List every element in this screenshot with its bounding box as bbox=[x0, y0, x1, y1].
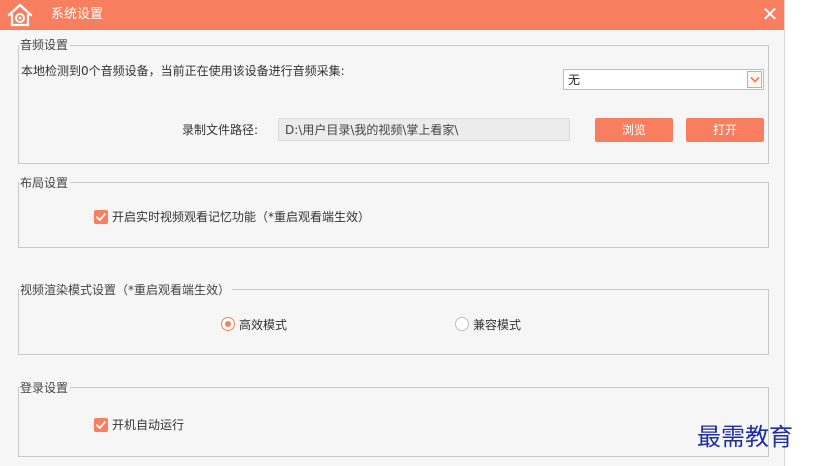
close-icon[interactable]: ✕ bbox=[762, 2, 779, 26]
memory-checkbox[interactable] bbox=[94, 210, 108, 224]
radio-compatible-mode[interactable] bbox=[455, 317, 469, 331]
audio-detect-text: 本地检测到0个音频设备，当前正在使用该设备进行音频采集: bbox=[21, 64, 345, 78]
record-path-value: D:\用户目录\我的视频\掌上看家\ bbox=[285, 123, 459, 137]
window-title: 系统设置 bbox=[51, 7, 104, 22]
audio-settings-legend: 音频设置 bbox=[19, 38, 71, 52]
autostart-checkbox-label[interactable]: 开机自动运行 bbox=[112, 418, 184, 432]
check-icon bbox=[96, 213, 106, 221]
settings-window: 系统设置 ✕ 音频设置 本地检测到0个音频设备，当前正在使用该设备进行音频采集:… bbox=[0, 0, 785, 466]
login-settings-legend: 登录设置 bbox=[19, 381, 71, 395]
close-button[interactable]: ✕ bbox=[760, 3, 780, 25]
audio-device-value: 无 bbox=[568, 73, 581, 87]
open-button[interactable]: 打开 bbox=[686, 118, 764, 142]
layout-settings-legend: 布局设置 bbox=[19, 176, 71, 190]
render-mode-legend: 视频渲染模式设置（*重启观看端生效） bbox=[19, 283, 233, 297]
house-icon bbox=[7, 3, 33, 27]
efficient-mode-label[interactable]: 高效模式 bbox=[239, 318, 287, 332]
radio-efficient-mode[interactable] bbox=[221, 317, 235, 331]
memory-checkbox-label[interactable]: 开启实时视频观看记忆功能（*重启观看端生效） bbox=[112, 210, 370, 224]
autostart-checkbox[interactable] bbox=[94, 418, 108, 432]
check-icon bbox=[96, 421, 106, 429]
audio-settings-group bbox=[18, 45, 769, 164]
audio-device-select[interactable]: 无 bbox=[563, 69, 764, 90]
browse-button[interactable]: 浏览 bbox=[595, 118, 673, 142]
record-path-label: 录制文件路径: bbox=[182, 123, 259, 137]
record-path-field[interactable]: D:\用户目录\我的视频\掌上看家\ bbox=[278, 118, 570, 141]
chevron-down-icon[interactable] bbox=[747, 71, 762, 88]
title-bar: 系统设置 ✕ bbox=[0, 0, 784, 30]
watermark: 最需教育 bbox=[697, 423, 793, 451]
radio-dot bbox=[225, 321, 231, 327]
compatible-mode-label[interactable]: 兼容模式 bbox=[473, 318, 521, 332]
render-mode-group bbox=[18, 289, 769, 355]
